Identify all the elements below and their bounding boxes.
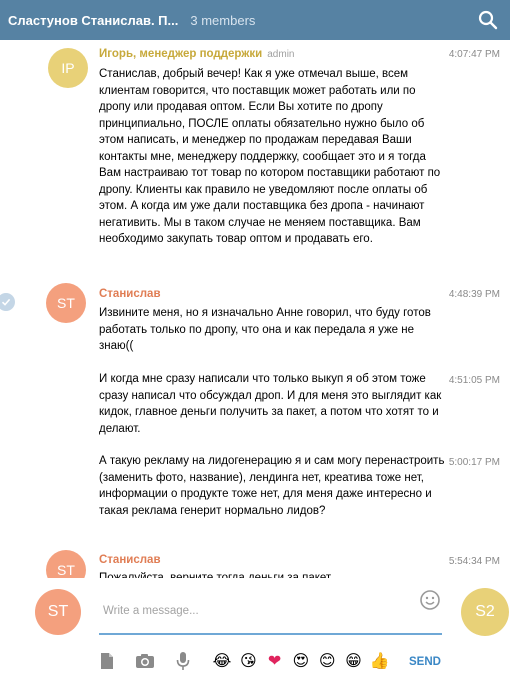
emoji-heart[interactable]: ❤: [265, 651, 285, 671]
author-name[interactable]: Игорь, менеджер поддержки: [99, 48, 262, 60]
message-time: 5:00:17 PM: [448, 457, 500, 468]
avatar[interactable]: ST: [35, 589, 81, 635]
send-button[interactable]: SEND: [409, 656, 441, 668]
emoji-kiss[interactable]: 😘: [238, 651, 258, 671]
members-count[interactable]: 3 members: [190, 13, 255, 28]
read-check-icon: [0, 293, 15, 311]
message-time: 4:07:47 PM: [448, 49, 500, 60]
message-composer: ST S2 😂 😘 ❤ 😍 😊 😁 👍 SEND: [0, 578, 510, 683]
avatar[interactable]: IP: [48, 48, 88, 88]
emoji-smile[interactable]: 😊: [317, 651, 337, 671]
message-text: Станислав, добрый вечер! Как я уже отмеч…: [99, 68, 441, 245]
message-author[interactable]: Игорь, менеджер поддержки admin: [99, 48, 295, 60]
message-time: 4:51:05 PM: [448, 375, 500, 386]
file-icon[interactable]: [97, 651, 117, 671]
message-text: А такую рекламу на лидогенерацию я и сам…: [99, 455, 445, 517]
microphone-icon[interactable]: [173, 651, 193, 671]
attach-toolbar: [97, 651, 211, 671]
emoji-thumbs-up[interactable]: 👍: [370, 651, 390, 671]
avatar[interactable]: ST: [46, 550, 86, 578]
chat-title[interactable]: Сластунов Станислав. П...: [8, 13, 178, 28]
message-author[interactable]: Станислав: [99, 554, 161, 566]
message-input[interactable]: [99, 588, 442, 635]
emoji-tears-of-joy[interactable]: 😂: [212, 651, 232, 671]
avatar[interactable]: ST: [46, 283, 86, 323]
emoji-icon[interactable]: [419, 589, 441, 611]
message-time: 4:48:39 PM: [448, 289, 500, 300]
message-author[interactable]: Станислав: [99, 288, 161, 300]
message-text: Извините меня, но я изначально Анне гово…: [99, 307, 431, 352]
quick-emoji-bar: 😂 😘 ❤ 😍 😊 😁 👍: [212, 651, 396, 671]
message-text: И когда мне сразу написали что только вы…: [99, 373, 442, 435]
message-list[interactable]: IP Игорь, менеджер поддержки admin 4:07:4…: [0, 40, 510, 578]
search-icon[interactable]: [478, 10, 498, 30]
avatar[interactable]: S2: [461, 588, 509, 636]
message-text: Пожалуйста, верните тогда деньги за паке…: [99, 572, 332, 578]
message-time: 5:54:34 PM: [448, 556, 500, 567]
camera-icon[interactable]: [135, 651, 155, 671]
author-role: admin: [267, 49, 295, 60]
emoji-grin[interactable]: 😁: [343, 651, 363, 671]
emoji-heart-eyes[interactable]: 😍: [291, 651, 311, 671]
chat-header: Сластунов Станислав. П... 3 members: [0, 0, 510, 40]
